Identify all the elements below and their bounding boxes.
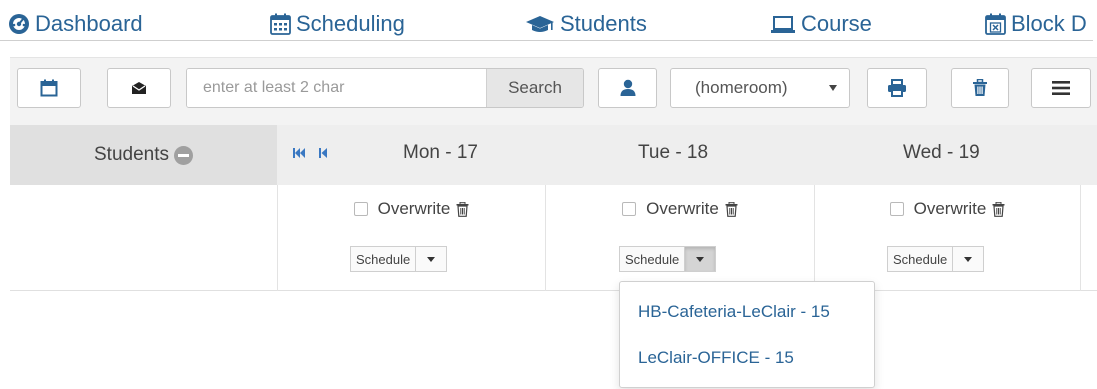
schedule-split-button: Schedule bbox=[350, 246, 448, 272]
homeroom-select-value: (homeroom) bbox=[695, 78, 788, 97]
schedule-grid-body: Overwrite Schedule Overwrite Schedule Ov… bbox=[10, 185, 1097, 291]
toolbar: Search (homeroom) bbox=[10, 57, 1097, 125]
overwrite-label: Overwrite bbox=[377, 199, 451, 218]
dropdown-item[interactable]: LeClair-OFFICE - 15 bbox=[638, 348, 794, 368]
trash-icon[interactable] bbox=[725, 201, 738, 217]
day-header-wed: Wed - 19 bbox=[903, 142, 980, 163]
schedule-dropdown-toggle[interactable] bbox=[685, 247, 716, 271]
top-nav: Dashboard Scheduling Students Course Blo… bbox=[0, 0, 1097, 46]
delete-button[interactable] bbox=[951, 68, 1009, 108]
dropdown-item[interactable]: HB-Cafeteria-LeClair - 15 bbox=[638, 302, 830, 322]
trash-icon[interactable] bbox=[992, 201, 1005, 217]
chevron-down-icon bbox=[427, 256, 436, 262]
schedule-button[interactable]: Schedule bbox=[888, 247, 954, 271]
graduation-cap-icon bbox=[526, 16, 554, 32]
schedule-button[interactable]: Schedule bbox=[351, 247, 417, 271]
print-icon bbox=[888, 79, 906, 97]
day-header-tue: Tue - 18 bbox=[638, 142, 709, 163]
nav-course[interactable]: Course bbox=[770, 9, 872, 39]
laptop-icon bbox=[771, 16, 795, 33]
nav-students-label: Students bbox=[560, 11, 647, 36]
overwrite-row: Overwrite bbox=[815, 199, 1080, 219]
day-cell-wed: Overwrite Schedule bbox=[814, 185, 1080, 291]
overwrite-row: Overwrite bbox=[546, 199, 814, 219]
day-header-mon: Mon - 17 bbox=[403, 142, 478, 163]
collapse-minus-icon[interactable] bbox=[174, 145, 193, 165]
nav-dashboard[interactable]: Dashboard bbox=[8, 9, 143, 39]
envelope-icon bbox=[132, 82, 146, 94]
first-page-icon[interactable] bbox=[293, 147, 305, 159]
search-button[interactable]: Search bbox=[486, 69, 583, 107]
overwrite-label: Overwrite bbox=[913, 199, 987, 218]
nav-scheduling-label: Scheduling bbox=[296, 11, 405, 36]
nav-students[interactable]: Students bbox=[525, 9, 647, 39]
week-nav bbox=[293, 147, 328, 159]
menu-button[interactable] bbox=[1031, 68, 1091, 108]
day-cell-tue: Overwrite Schedule bbox=[545, 185, 814, 291]
calendar-icon bbox=[40, 79, 58, 97]
overwrite-checkbox[interactable] bbox=[889, 202, 904, 216]
overwrite-checkbox[interactable] bbox=[622, 202, 637, 216]
nav-scheduling[interactable]: Scheduling bbox=[270, 9, 405, 39]
students-header-label: Students bbox=[94, 144, 169, 165]
chevron-down-icon bbox=[829, 85, 837, 91]
print-button[interactable] bbox=[867, 68, 927, 108]
user-icon bbox=[620, 79, 635, 96]
calendar-icon bbox=[270, 13, 291, 35]
previous-icon[interactable] bbox=[319, 147, 328, 159]
schedule-dropdown-toggle[interactable] bbox=[416, 247, 446, 271]
search-input[interactable] bbox=[187, 69, 486, 107]
search-group: Search bbox=[186, 68, 584, 108]
dashboard-icon bbox=[9, 14, 29, 34]
calendar-x-icon bbox=[985, 13, 1006, 35]
students-column-header: Students bbox=[10, 125, 277, 185]
user-button[interactable] bbox=[598, 68, 657, 108]
schedule-split-button: Schedule bbox=[887, 246, 985, 272]
schedule-dropdown-menu: HB-Cafeteria-LeClair - 15 LeClair-OFFICE… bbox=[619, 281, 875, 388]
trash-icon bbox=[973, 79, 987, 96]
overwrite-row: Overwrite bbox=[278, 199, 545, 219]
overwrite-checkbox[interactable] bbox=[353, 202, 368, 216]
day-cell-mon: Overwrite Schedule bbox=[277, 185, 545, 291]
envelope-button[interactable] bbox=[107, 68, 171, 108]
nav-block[interactable]: Block D bbox=[985, 9, 1087, 39]
nav-course-label: Course bbox=[801, 11, 872, 36]
schedule-split-button: Schedule bbox=[619, 246, 717, 272]
homeroom-select[interactable]: (homeroom) bbox=[670, 68, 850, 108]
overwrite-label: Overwrite bbox=[646, 199, 719, 218]
chevron-down-icon bbox=[696, 256, 705, 262]
schedule-dropdown-toggle[interactable] bbox=[953, 247, 983, 271]
menu-icon bbox=[1052, 81, 1070, 95]
nav-dashboard-label: Dashboard bbox=[35, 11, 143, 36]
schedule-button[interactable]: Schedule bbox=[620, 247, 686, 271]
calendar-button[interactable] bbox=[17, 68, 81, 108]
schedule-grid-header: Students Mon - 17 Tue - 18 Wed - 19 bbox=[10, 125, 1097, 185]
student-cell bbox=[10, 185, 277, 291]
chevron-down-icon bbox=[964, 256, 973, 262]
nav-block-label: Block D bbox=[1011, 11, 1087, 36]
trash-icon[interactable] bbox=[456, 201, 469, 217]
nav-divider bbox=[0, 40, 1093, 41]
day-cell-overflow bbox=[1080, 185, 1097, 291]
